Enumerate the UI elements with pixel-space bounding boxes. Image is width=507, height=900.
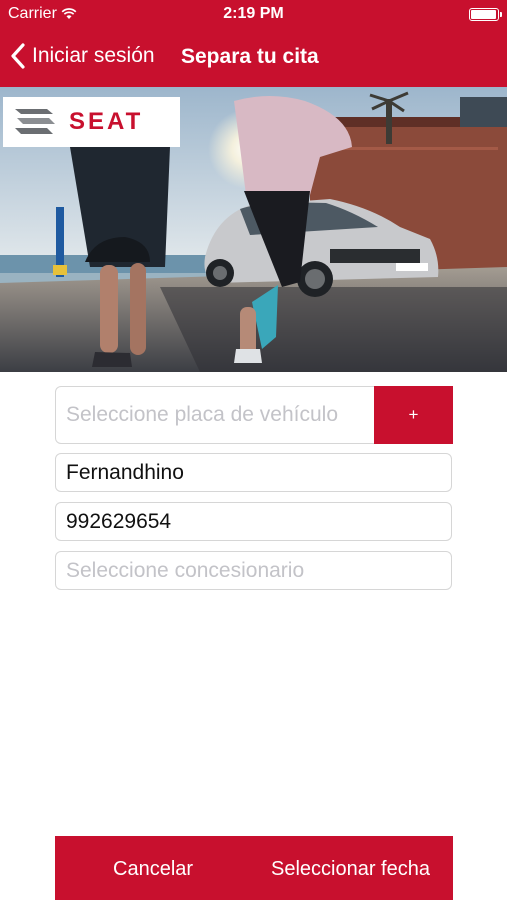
select-date-button[interactable]: Seleccionar fecha — [271, 858, 430, 881]
dealer-select[interactable]: Seleccione concesionario — [55, 551, 452, 590]
seat-s-emblem-icon — [15, 109, 55, 134]
brand-wordmark: SEAT — [69, 108, 144, 135]
chevron-left-icon — [11, 43, 25, 69]
add-vehicle-button[interactable]: + — [374, 386, 453, 444]
status-time: 2:19 PM — [223, 5, 284, 22]
battery-icon — [469, 8, 502, 21]
bottom-action-bar: Cancelar Seleccionar fecha — [55, 836, 453, 900]
vehicle-plate-select[interactable]: Seleccione placa de vehículo — [55, 386, 375, 444]
battery-fill — [471, 10, 496, 19]
status-bar: Carrier 2:19 PM — [0, 0, 507, 30]
navigation-bar: Iniciar sesión Separa tu cita — [0, 30, 507, 87]
back-button-label: Iniciar sesión — [32, 44, 155, 67]
seat-logo: SEAT — [3, 97, 180, 147]
phone-field[interactable]: 992629654 — [55, 502, 452, 541]
cancel-button[interactable]: Cancelar — [113, 858, 193, 881]
hero-banner: SEAT — [0, 87, 507, 372]
page-title: Separa tu cita — [181, 45, 319, 68]
name-field[interactable]: Fernandhino — [55, 453, 452, 492]
back-button[interactable]: Iniciar sesión — [10, 42, 155, 70]
